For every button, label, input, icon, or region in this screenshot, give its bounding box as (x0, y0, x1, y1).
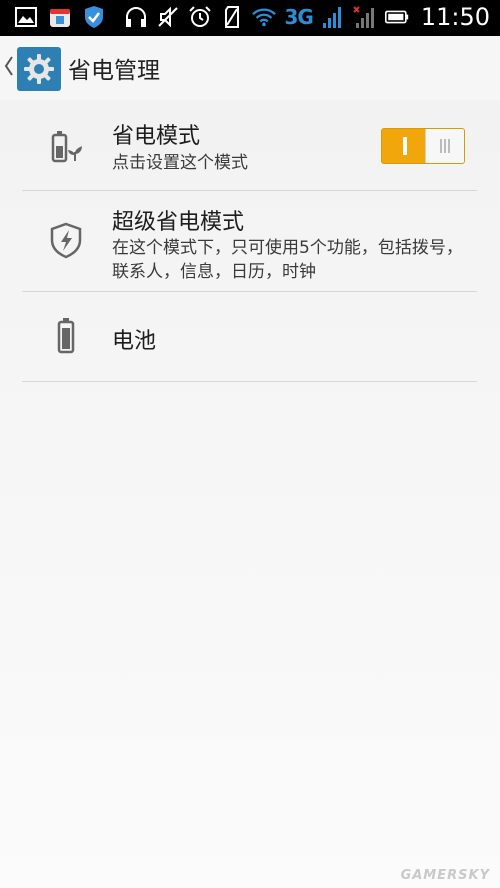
item-title: 省电模式 (112, 124, 201, 149)
gallery-icon (14, 5, 38, 29)
network-type-label: 3G (284, 5, 313, 29)
headphones-icon (124, 5, 148, 29)
notification-icons (14, 5, 106, 29)
app-store-icon (48, 5, 72, 29)
watermark-logo: GAMERSKY (400, 868, 490, 883)
toggle-thumb[interactable] (425, 129, 464, 163)
security-shield-icon (82, 5, 106, 29)
settings-list: 省电模式 点击设置这个模式 超级省电模式 在这个模式下，只可使用5个功能，包括拨… (0, 100, 500, 888)
battery-leaf-icon (48, 128, 84, 168)
item-title: 超级省电模式 (112, 210, 245, 235)
settings-gear-icon[interactable] (17, 47, 61, 91)
page-title: 省电管理 (68, 58, 160, 84)
shield-bolt-icon (48, 220, 84, 260)
power-saving-toggle[interactable] (381, 128, 465, 164)
wifi-icon (252, 5, 277, 29)
mute-icon (156, 5, 180, 29)
list-item-super-power-saving-mode[interactable]: 超级省电模式 在这个模式下，只可使用5个功能，包括拨号，联系人，信息，日历，时钟 (22, 191, 477, 292)
no-signal-icon (353, 5, 377, 29)
system-icons: 3G 11:50 (124, 3, 490, 31)
list-item-battery[interactable]: 电池 (22, 292, 477, 382)
item-title: 电池 (112, 329, 157, 354)
status-clock: 11:50 (420, 3, 490, 31)
battery-status-icon (384, 5, 409, 29)
alarm-icon (188, 5, 212, 29)
back-chevron-icon[interactable] (4, 54, 14, 78)
toggle-on-mark (403, 137, 407, 155)
item-subtitle: 在这个模式下，只可使用5个功能，包括拨号，联系人，信息，日历，时钟 (112, 238, 463, 282)
status-bar: 3G 11:50 (0, 0, 500, 36)
app-bar: 省电管理 (0, 36, 500, 100)
list-item-power-saving-mode[interactable]: 省电模式 点击设置这个模式 (22, 100, 477, 191)
signal-strength-icon (321, 5, 345, 29)
battery-icon (48, 316, 84, 356)
no-sim-icon (220, 5, 244, 29)
